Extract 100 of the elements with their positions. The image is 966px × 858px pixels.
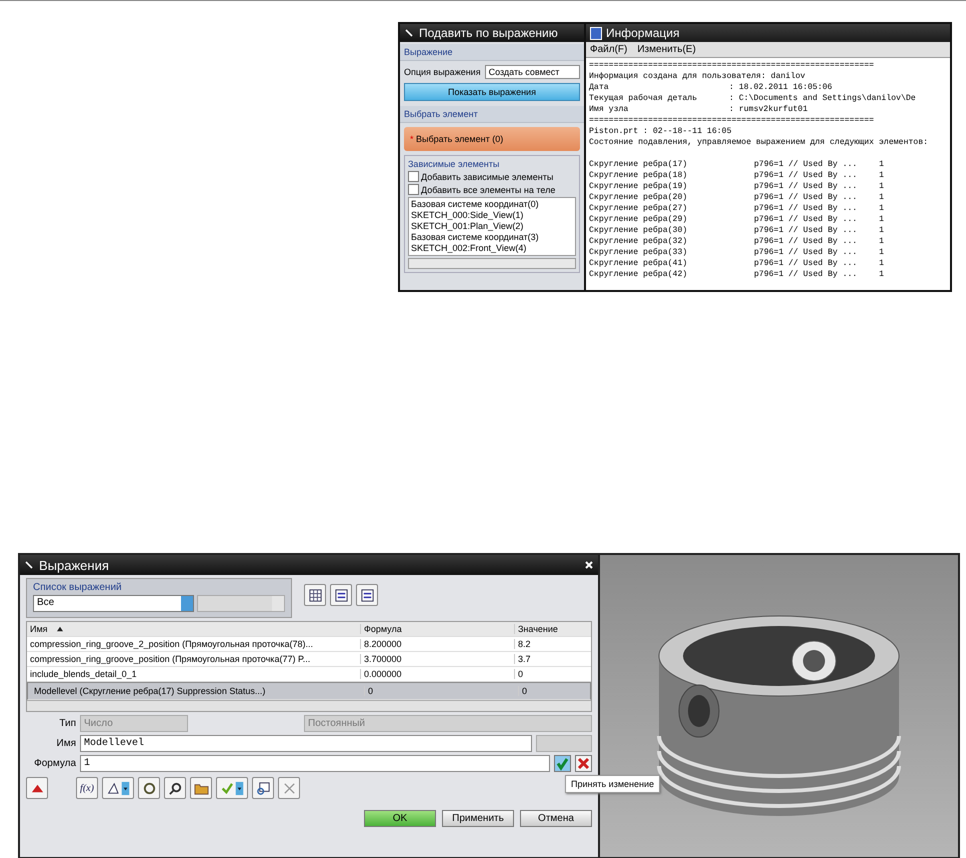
window-title: Информация (606, 26, 680, 40)
name-field[interactable]: Modellevel (80, 735, 532, 752)
feature-value: 1 (879, 181, 884, 192)
feature-value: 1 (879, 192, 884, 203)
parameter-list-icon[interactable] (356, 584, 378, 606)
info-text: Состояние подавления, управляемое выражением для следующих элементов: (589, 137, 930, 148)
feature-name: Скругление ребра(41) (589, 258, 688, 269)
feature-formula: p796=1 // Used By ... (754, 236, 858, 247)
section-header: Выбрать элемент (400, 106, 584, 123)
dialog-button[interactable]: Применить (442, 810, 514, 827)
horizontal-scrollbar[interactable] (408, 258, 576, 269)
info-value: : 18.02.2011 16:05:06 (729, 82, 832, 93)
feature-name: Скругление ребра(42) (589, 269, 688, 280)
table-cell-text: include_blends_detail_0_1 (29, 669, 138, 679)
table-cell-text: compression_ring_groove_2_position (Прямоугольная проточка(78)... (29, 639, 314, 649)
info-label: Текущая рабочая деталь (589, 93, 698, 104)
table-cell: 0 (514, 669, 591, 679)
function-icon[interactable]: f(x) (76, 777, 98, 799)
feature-value: 1 (879, 225, 884, 236)
show-expressions-button[interactable]: Показать выражения (404, 83, 580, 101)
wand-icon (24, 560, 34, 570)
feature-name: Скругление ребра(32) (589, 236, 688, 247)
table-cell: 8.200000 (360, 639, 514, 649)
table-row[interactable]: compression_ring_groove_position (Прямоугольная проточка(77) P... 3.700000 3.7 (27, 652, 591, 667)
table-cell: 8.2 (514, 639, 591, 649)
dialog-button[interactable]: OK (364, 810, 436, 827)
formula-label: Формула (33, 758, 76, 769)
feature-name: Скругление ребра(27) (589, 203, 688, 214)
feature-formula: p796=1 // Used By ... (754, 192, 858, 203)
feature-value: 1 (879, 170, 884, 181)
close-icon[interactable] (584, 560, 594, 570)
table-cell: 3.700000 (360, 654, 514, 664)
info-text: Информация создана для пользователя: danilov (589, 71, 806, 82)
formula-field[interactable]: 1 (80, 755, 550, 772)
feature-name: Скругление ребра(29) (589, 214, 688, 225)
feature-value: 1 (879, 269, 884, 280)
column-header[interactable]: Имя (27, 624, 360, 634)
filter-dropdown[interactable]: Все (33, 595, 194, 612)
feature-formula: p796=1 // Used By ... (754, 214, 858, 225)
feature-name: Скругление ребра(17) (589, 159, 688, 170)
info-label: Имя узла (589, 104, 630, 115)
search-icon[interactable] (164, 777, 186, 799)
cancel-icon[interactable] (575, 755, 592, 772)
spreadsheet-icon[interactable] (304, 584, 326, 606)
dialog-button[interactable]: Отмена (520, 810, 592, 827)
info-label: Дата (589, 82, 610, 93)
separator-line: ========================================================== (589, 60, 875, 71)
list-item[interactable]: SKETCH_000:Side_View(1) (411, 210, 573, 221)
feature-formula: p796=1 // Used By ... (754, 247, 858, 258)
column-header[interactable]: Значение (514, 624, 591, 634)
checkbox[interactable] (408, 184, 419, 195)
folder-icon[interactable] (190, 777, 212, 799)
table-cell: 0 (364, 686, 518, 696)
type-label: Тип (58, 718, 76, 729)
table-row[interactable]: compression_ring_groove_2_position (Прямоугольная проточка(78)... 8.200000 8.2 (27, 637, 591, 652)
table-cell: 0 (518, 686, 587, 696)
list-item[interactable]: Базовая системе координат(0) (411, 199, 573, 210)
info-value: : C:\Documents and Settings\danilov\De (729, 93, 916, 104)
collapse-icon[interactable] (26, 777, 48, 799)
table-cell-text: Modellevel (Скругление ребра(17) Suppression Status...) (33, 686, 266, 696)
horizontal-scrollbar[interactable] (27, 700, 591, 711)
group-label: Список выражений (33, 582, 123, 593)
option-label: Опция выражения (404, 67, 481, 77)
dialog-title: Выражения (39, 558, 109, 572)
info-value: : rumsv2kurfut01 (729, 104, 808, 115)
menu-item[interactable]: Изменить(E) (637, 44, 696, 55)
feature-value: 1 (879, 247, 884, 258)
feature-formula: p796=1 // Used By ... (754, 170, 858, 181)
accept-icon[interactable] (554, 755, 571, 772)
table-row[interactable]: Modellevel (Скругление ребра(17) Suppression Status...) 0 0 (27, 682, 591, 700)
parameter-list-icon[interactable] (330, 584, 352, 606)
feature-name: Скругление ребра(18) (589, 170, 688, 181)
wand-icon (404, 28, 414, 38)
feature-formula: p796=1 // Used By ... (754, 258, 858, 269)
feature-formula: p796=1 // Used By ... (754, 181, 858, 192)
dialog-title: Подавить по выражению (419, 26, 558, 40)
name-label: Имя (56, 738, 76, 749)
sort-ascending-icon (56, 626, 64, 632)
feature-value: 1 (879, 236, 884, 247)
feature-name: Скругление ребра(30) (589, 225, 688, 236)
checkbox[interactable] (408, 171, 419, 182)
feature-value: 1 (879, 203, 884, 214)
option-dropdown[interactable]: Создать совмест (484, 65, 580, 79)
table-cell: 0.000000 (360, 669, 514, 679)
group-header: Зависимые элементы (408, 159, 500, 169)
check-icon[interactable] (216, 777, 248, 799)
feature-name: Скругление ребра(19) (589, 181, 688, 192)
feature-formula: p796=1 // Used By ... (754, 159, 858, 170)
column-header[interactable]: Формула (360, 624, 514, 634)
list-item[interactable]: SKETCH_002:Front_View(4) (411, 243, 573, 254)
checkbox-label: Добавить все элементы на теле (421, 184, 556, 194)
table-cell-text: compression_ring_groove_position (Прямоугольная проточка(77) P... (29, 654, 312, 664)
menu-item[interactable]: Файл(F) (590, 44, 628, 55)
feature-name: Скругление ребра(33) (589, 247, 688, 258)
list-item[interactable]: SKETCH_001:Plan_View(2) (411, 221, 573, 232)
info-text: Piston.prt : 02--18--11 16:05 (589, 126, 732, 137)
checkbox-label: Добавить зависимые элементы (421, 172, 554, 182)
select-element-field[interactable]: * Выбрать элемент (0) (404, 127, 580, 151)
section-header: Выражение (400, 44, 584, 61)
list-item[interactable]: Базовая системе координат(3) (411, 232, 573, 243)
